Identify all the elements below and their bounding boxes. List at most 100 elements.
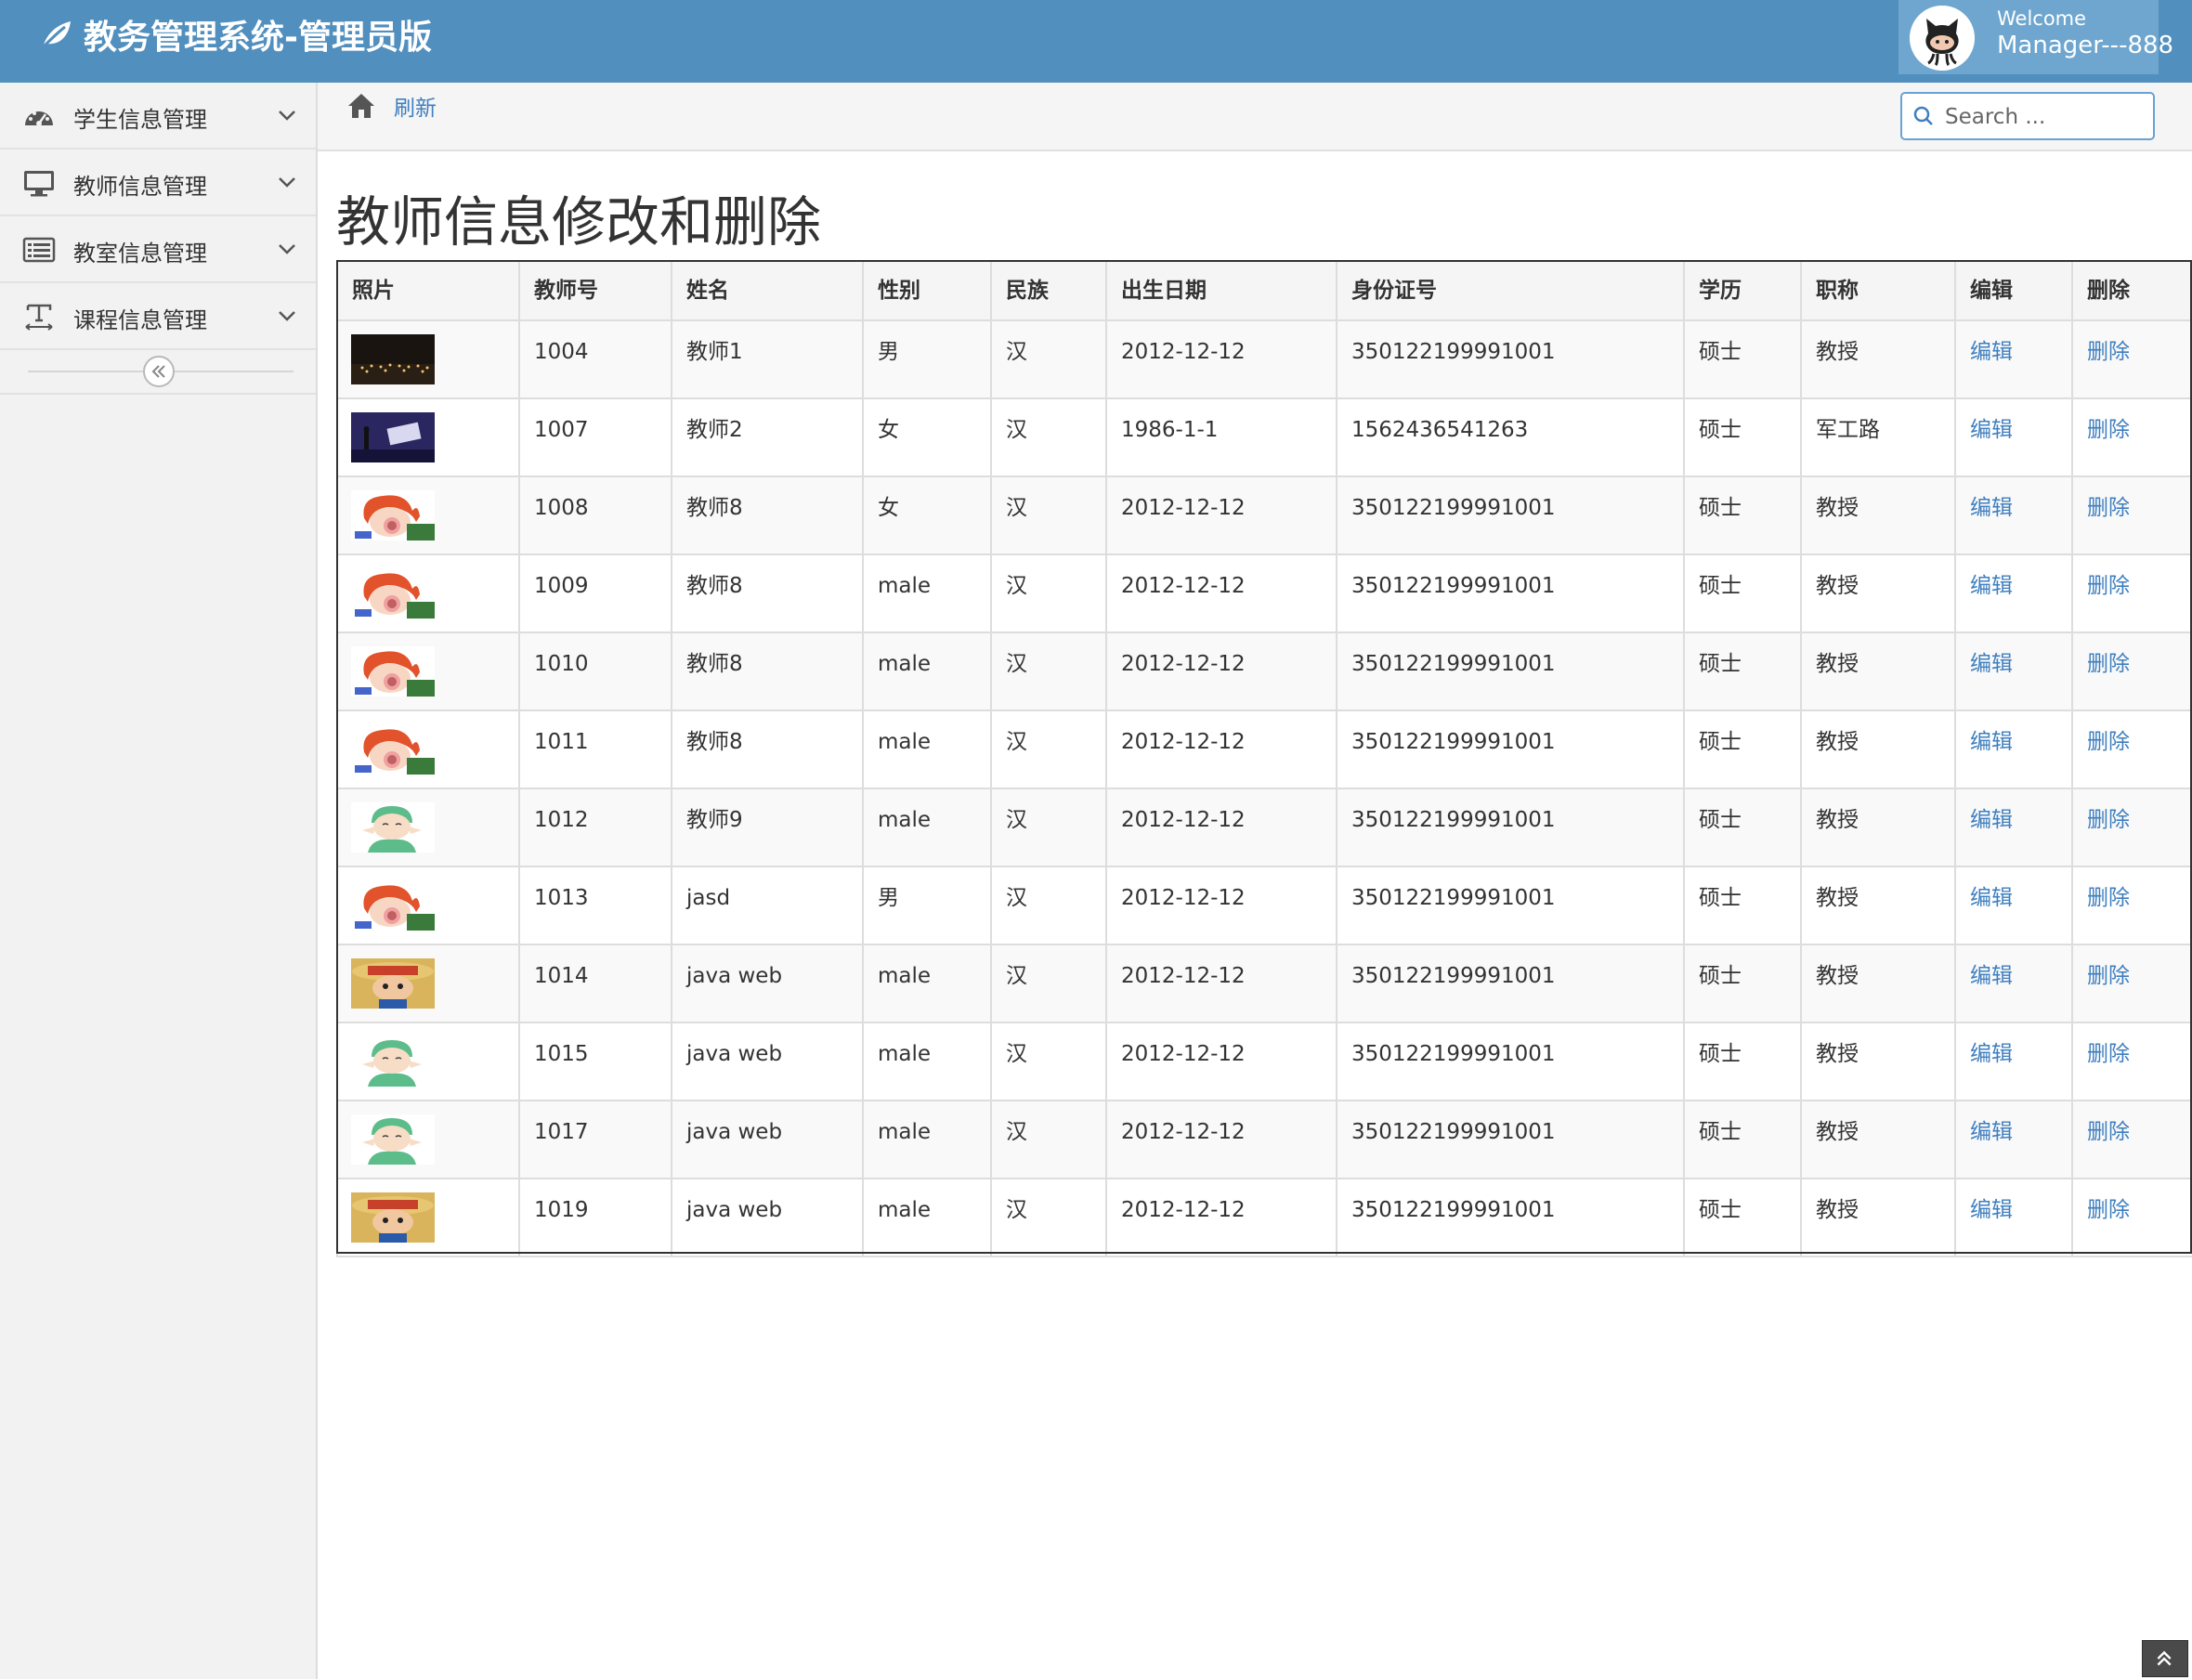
cell-teacher-name: jasd <box>671 866 864 945</box>
red-hair-anime-avatar <box>351 646 435 697</box>
edit-link[interactable]: 编辑 <box>1970 340 2013 364</box>
edit-link[interactable]: 编辑 <box>1970 574 2013 598</box>
delete-link[interactable]: 删除 <box>2087 340 2130 364</box>
cell-id-card-number: 350122199991001 <box>1336 788 1685 867</box>
delete-link[interactable]: 删除 <box>2087 886 2130 910</box>
cell-id-card-number: 350122199991001 <box>1336 944 1685 1023</box>
cell-teacher-name: java web <box>671 1100 864 1179</box>
delete-link[interactable]: 删除 <box>2087 1042 2130 1066</box>
cell-delete: 删除 <box>2071 475 2192 555</box>
concert-photo <box>351 334 435 384</box>
search-input[interactable] <box>1943 99 2151 135</box>
cell-teacher-name: 教师8 <box>671 710 864 789</box>
search-box[interactable] <box>1900 92 2155 140</box>
sidebar-item-student[interactable]: 学生信息管理 <box>0 83 316 150</box>
user-menu[interactable]: Welcome Manager---888 <box>1898 0 2173 74</box>
welcome-label: Welcome <box>1997 7 2087 30</box>
cell-photo <box>336 397 520 477</box>
cell-teacher-id: 1019 <box>518 1178 672 1257</box>
cell-teacher-id: 1014 <box>518 944 672 1023</box>
cell-edit: 编辑 <box>1954 944 2073 1023</box>
home-icon[interactable] <box>346 90 377 122</box>
edit-link[interactable]: 编辑 <box>1970 886 2013 910</box>
cell-birth-date: 2012-12-12 <box>1105 710 1337 789</box>
cell-id-card-number: 1562436541263 <box>1336 397 1685 477</box>
cell-photo <box>336 553 520 633</box>
cell-ethnicity: 汉 <box>990 632 1107 711</box>
cell-ethnicity: 汉 <box>990 1178 1107 1257</box>
scroll-to-top-button[interactable] <box>2142 1640 2188 1677</box>
sidebar-item-teacher[interactable]: 教师信息管理 <box>0 150 316 216</box>
delete-link[interactable]: 删除 <box>2087 730 2130 754</box>
delete-link[interactable]: 删除 <box>2087 496 2130 520</box>
table-row: 1017 java web male 汉 2012-12-12 3501221999910… <box>336 1100 2192 1179</box>
cell-education: 硕士 <box>1683 1022 1802 1101</box>
cell-job-title: 军工路 <box>1800 397 1956 477</box>
column-header-edit: 编辑 <box>1954 260 2073 321</box>
cell-education: 硕士 <box>1683 1100 1802 1179</box>
cell-job-title: 教授 <box>1800 319 1956 399</box>
cell-teacher-id: 1008 <box>518 475 672 555</box>
cell-gender: male <box>862 788 992 867</box>
sidebar-item-course[interactable]: 课程信息管理 <box>0 283 316 350</box>
cell-job-title: 教授 <box>1800 632 1956 711</box>
cell-teacher-id: 1010 <box>518 632 672 711</box>
edit-link[interactable]: 编辑 <box>1970 808 2013 832</box>
cell-teacher-name: 教师8 <box>671 475 864 555</box>
cell-ethnicity: 汉 <box>990 319 1107 399</box>
cell-ethnicity: 汉 <box>990 944 1107 1023</box>
red-hair-anime-avatar <box>351 490 435 540</box>
cell-edit: 编辑 <box>1954 319 2073 399</box>
table-row: 1012 教师9 male 汉 2012-12-12 350122199991001 硕士教… <box>336 788 2192 867</box>
sidebar-item-classroom[interactable]: 教室信息管理 <box>0 216 316 283</box>
edit-link[interactable]: 编辑 <box>1970 1120 2013 1144</box>
column-header-name: 姓名 <box>671 260 864 321</box>
edit-link[interactable]: 编辑 <box>1970 652 2013 676</box>
cell-photo <box>336 475 520 555</box>
cell-education: 硕士 <box>1683 632 1802 711</box>
cell-teacher-id: 1009 <box>518 553 672 633</box>
green-hair-anime-avatar <box>351 802 435 853</box>
page-title: 教师信息修改和删除 <box>336 190 822 254</box>
cell-ethnicity: 汉 <box>990 788 1107 867</box>
delete-link[interactable]: 删除 <box>2087 574 2130 598</box>
edit-link[interactable]: 编辑 <box>1970 1198 2013 1222</box>
cell-birth-date: 2012-12-12 <box>1105 866 1337 945</box>
cell-teacher-name: 教师1 <box>671 319 864 399</box>
cell-id-card-number: 350122199991001 <box>1336 632 1685 711</box>
brand[interactable]: 教务管理系统-管理员版 <box>37 11 432 58</box>
delete-link[interactable]: 删除 <box>2087 964 2130 988</box>
cell-teacher-id: 1015 <box>518 1022 672 1101</box>
edit-link[interactable]: 编辑 <box>1970 1042 2013 1066</box>
table-row: 1011 教师8 male 汉 2012-12-12 350122199991001 硕士教… <box>336 710 2192 789</box>
cell-photo <box>336 1178 520 1257</box>
cell-teacher-id: 1007 <box>518 397 672 477</box>
sidebar-collapse-button[interactable] <box>143 356 175 387</box>
edit-link[interactable]: 编辑 <box>1970 730 2013 754</box>
column-header-photo: 照片 <box>336 260 520 321</box>
cell-teacher-name: java web <box>671 944 864 1023</box>
edit-link[interactable]: 编辑 <box>1970 418 2013 442</box>
red-hair-anime-avatar <box>351 568 435 619</box>
cell-education: 硕士 <box>1683 475 1802 555</box>
edit-link[interactable]: 编辑 <box>1970 496 2013 520</box>
chevron-down-icon <box>279 111 295 121</box>
delete-link[interactable]: 删除 <box>2087 1198 2130 1222</box>
app-title: 教务管理系统-管理员版 <box>84 19 432 57</box>
delete-link[interactable]: 删除 <box>2087 1120 2130 1144</box>
refresh-link[interactable]: 刷新 <box>394 90 437 122</box>
cell-teacher-name: java web <box>671 1022 864 1101</box>
cell-birth-date: 2012-12-12 <box>1105 1022 1337 1101</box>
delete-link[interactable]: 删除 <box>2087 418 2130 442</box>
delete-link[interactable]: 删除 <box>2087 652 2130 676</box>
table-row: 1009 教师8 male 汉 2012-12-12 350122199991001 硕士教… <box>336 553 2192 633</box>
cell-delete: 删除 <box>2071 397 2192 477</box>
straw-hat-anime-avatar <box>351 958 435 1009</box>
cell-education: 硕士 <box>1683 1178 1802 1257</box>
delete-link[interactable]: 删除 <box>2087 808 2130 832</box>
cell-birth-date: 2012-12-12 <box>1105 788 1337 867</box>
cell-delete: 删除 <box>2071 866 2192 945</box>
cell-edit: 编辑 <box>1954 866 2073 945</box>
table-row: 1004 教师1 男汉 2012-12-12 350122199991001 硕士 教授 编辑… <box>336 319 2192 399</box>
edit-link[interactable]: 编辑 <box>1970 964 2013 988</box>
